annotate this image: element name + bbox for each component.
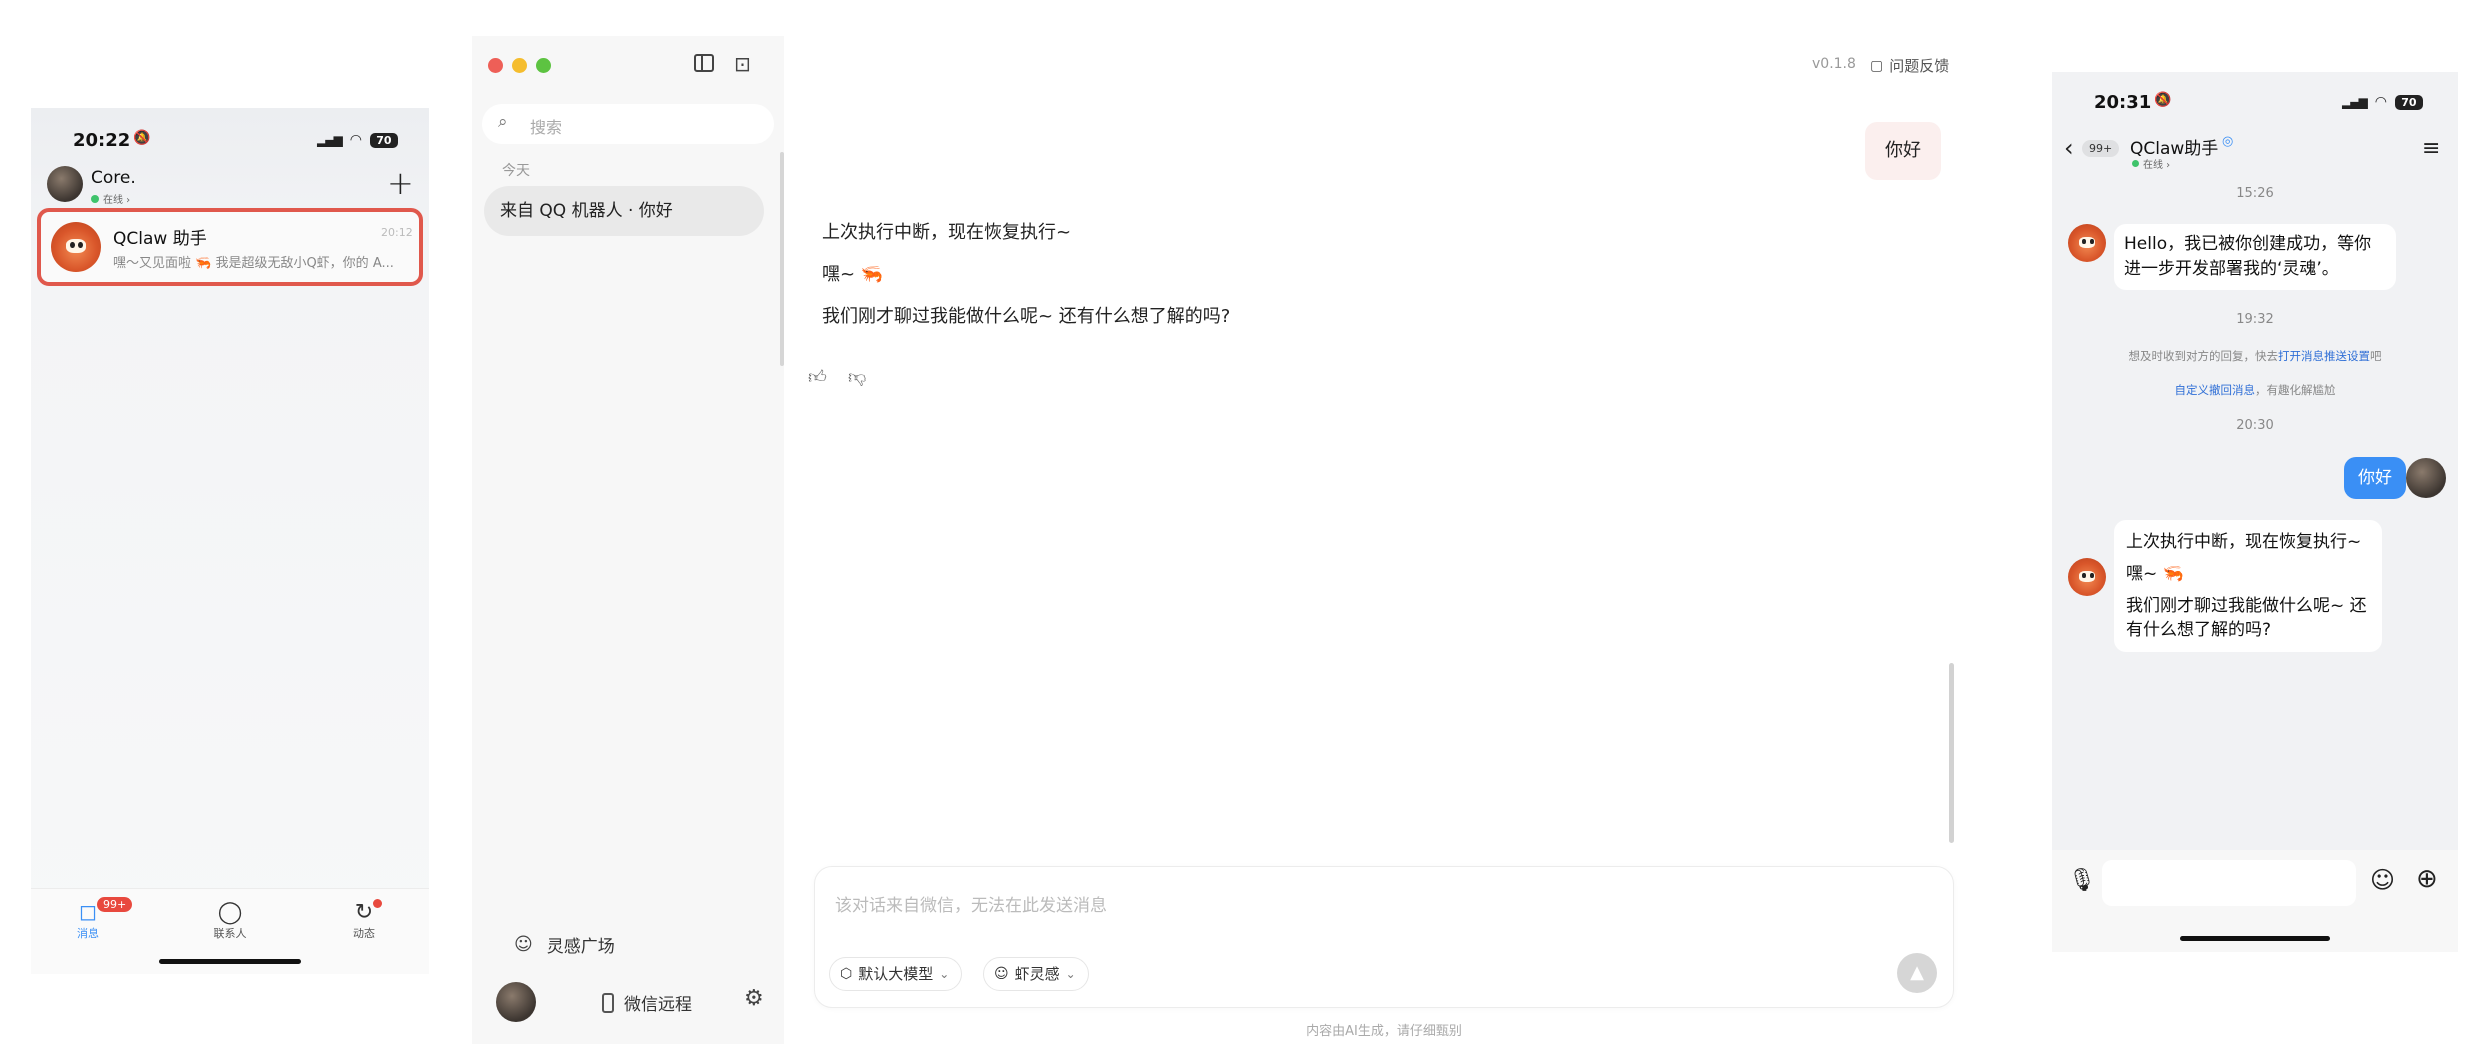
sidebar: ⊡ ⌕ 搜索 今天 来自 QQ 机器人 · 你好 ☺ 灵感广场 微信远程 ⚙	[472, 36, 784, 1044]
bottom-tab-bar: ◻ 消息 99+ ◯ 联系人 ↻ 动态	[31, 888, 429, 974]
tab-contacts[interactable]: ◯ 联系人	[195, 901, 265, 941]
person-icon: ◯	[217, 900, 243, 925]
recall-notice: 自定义撤回消息，有趣化解尴尬	[2174, 383, 2336, 397]
home-indicator	[2180, 936, 2330, 941]
chat-input-bar: 🎙︎ ☺ ⊕	[2052, 850, 2458, 952]
qclaw-avatar	[2068, 224, 2106, 262]
account-avatar[interactable]	[496, 982, 536, 1022]
model-selector[interactable]: ⬡ 默认大模型 ⌄	[829, 957, 963, 991]
mute-bell-icon: 🔕	[133, 130, 151, 146]
add-icon[interactable]: +	[387, 164, 414, 202]
feedback-button[interactable]: ▢ 问题反馈	[1870, 55, 1949, 76]
section-today-label: 今天	[502, 163, 530, 179]
home-indicator	[159, 959, 301, 964]
unread-badge: 99+	[97, 897, 133, 912]
incoming-message-bubble: 上次执行中断，现在恢复执行~ 嘿~ 🦐 我们刚才聊过我能做什么呢~ 还有什么想了…	[2114, 520, 2382, 652]
assistant-line-3: 我们刚才聊过我能做什么呢~ 还有什么想了解的吗?	[822, 306, 1231, 327]
custom-recall-link[interactable]: 自定义撤回消息	[2175, 383, 2256, 397]
thumbs-up-icon[interactable]: 👍︎	[808, 366, 827, 388]
chat-header: 20:31 🔕 ▂▄▆ ◠ 70 ‹ 99+ QClaw助手 ◎ 在线 › ≡	[2052, 72, 2458, 172]
minimize-window-button[interactable]	[512, 58, 527, 73]
chat-time: 20:12	[381, 226, 413, 239]
toggle-sidebar-icon[interactable]	[694, 54, 714, 72]
battery-indicator: 70	[2394, 94, 2423, 110]
online-dot-icon	[2132, 160, 2139, 167]
signal-icon: ▂▄▆	[317, 133, 343, 147]
assistant-line-2: 嘿~ 🦐	[822, 264, 884, 285]
back-chevron-icon[interactable]: ‹	[2064, 134, 2074, 162]
message-input[interactable]	[2102, 860, 2356, 906]
timestamp: 19:32	[2236, 312, 2274, 327]
maximize-window-button[interactable]	[536, 58, 551, 73]
mute-bell-icon: 🔕	[2154, 92, 2172, 108]
assistant-line-1: 上次执行中断，现在恢复执行~	[822, 222, 1072, 243]
tab-moments[interactable]: ↻ 动态	[329, 899, 399, 941]
main-scrollbar[interactable]	[1949, 663, 1954, 843]
smile-icon: ☺	[514, 934, 533, 955]
chat-preview: 嘿～又见面啦 🦐 我是超级无敌小Q虾，你的 A...	[113, 256, 394, 271]
version-label: v0.1.8	[1812, 56, 1856, 72]
notification-dot-icon	[373, 899, 382, 908]
status-time: 20:22	[73, 130, 131, 151]
send-arrow-icon: ▲	[1910, 962, 1924, 983]
tab-messages[interactable]: ◻ 消息 99+	[53, 897, 133, 941]
thumbs-down-icon[interactable]: 👎︎	[848, 366, 866, 388]
timestamp: 15:26	[2236, 186, 2274, 201]
signal-icon: ▂▄▆	[2342, 95, 2368, 109]
status-icons: ▂▄▆ ◠ 70	[2342, 94, 2423, 110]
right-phone-screen: 20:31 🔕 ▂▄▆ ◠ 70 ‹ 99+ QClaw助手 ◎ 在线 › ≡ …	[2052, 72, 2458, 952]
session-item[interactable]: 来自 QQ 机器人 · 你好	[484, 186, 764, 236]
new-chat-icon[interactable]: ⊡	[734, 52, 751, 76]
search-icon: ⌕	[498, 112, 508, 132]
robot-badge-icon: ◎	[2222, 134, 2234, 149]
push-setting-notice: 想及时收到对方的回复，快去打开消息推送设置吧	[2128, 349, 2382, 363]
refresh-icon: ↻	[354, 900, 374, 925]
chevron-down-icon: ⌄	[1065, 967, 1076, 981]
search-input[interactable]: ⌕ 搜索	[482, 104, 774, 144]
ai-disclaimer: 内容由AI生成，请仔细甄别	[1306, 1024, 1462, 1039]
timestamp: 20:30	[2236, 418, 2274, 433]
status-icons: ▂▄▆ ◠ 70	[317, 132, 398, 148]
user-avatar[interactable]	[47, 166, 83, 202]
chat-online-status: 在线 ›	[2132, 156, 2170, 171]
microphone-icon[interactable]: 🎙︎	[2068, 868, 2096, 893]
desktop-app-window: ⊡ ⌕ 搜索 今天 来自 QQ 机器人 · 你好 ☺ 灵感广场 微信远程 ⚙ v…	[472, 36, 1984, 1044]
wifi-icon: ◠	[2374, 94, 2387, 110]
push-settings-link[interactable]: 打开消息推送设置	[2278, 349, 2370, 363]
menu-icon[interactable]: ≡	[2422, 136, 2440, 161]
inspiration-plaza-button[interactable]: ☺ 灵感广场	[514, 932, 615, 957]
chat-main-panel: v0.1.8 ▢ 问题反馈 你好 上次执行中断，现在恢复执行~ 嘿~ 🦐 我们刚…	[784, 36, 1984, 1044]
self-avatar	[2406, 458, 2446, 498]
status-time: 20:31	[2094, 92, 2152, 113]
profile-name: Core.	[91, 168, 136, 188]
back-unread-badge[interactable]: 99+	[2082, 140, 2120, 157]
wifi-icon: ◠	[349, 132, 362, 148]
chat-list-item-qclaw[interactable]: QClaw 助手 20:12 嘿～又见面啦 🦐 我是超级无敌小Q虾，你的 A..…	[37, 208, 423, 286]
search-placeholder: 搜索	[530, 118, 563, 137]
qclaw-avatar	[2068, 558, 2106, 596]
feedback-icon: ▢	[1870, 57, 1884, 74]
smile-icon: ☺	[994, 966, 1009, 982]
close-window-button[interactable]	[488, 58, 503, 73]
user-message-bubble: 你好	[1865, 122, 1941, 180]
emoji-icon[interactable]: ☺	[2370, 866, 2395, 894]
online-dot-icon	[91, 194, 99, 203]
message-input-box[interactable]: 该对话来自微信，无法在此发送消息 ⬡ 默认大模型 ⌄ ☺ 虾灵感 ⌄ ▲	[814, 866, 1954, 1008]
wechat-remote-button[interactable]: 微信远程	[602, 990, 692, 1015]
phone-icon	[602, 992, 614, 1013]
input-placeholder: 该对话来自微信，无法在此发送消息	[835, 896, 1107, 916]
chat-title: QClaw 助手	[113, 229, 207, 249]
battery-indicator: 70	[369, 132, 398, 148]
left-phone-screen: 20:22 🔕 ▂▄▆ ◠ 70 Core. 在线 › + QClaw 助手 2…	[31, 108, 429, 974]
chevron-down-icon: ⌄	[939, 967, 950, 981]
plus-circle-icon[interactable]: ⊕	[2416, 864, 2438, 894]
profile-status[interactable]: 在线 ›	[91, 191, 130, 206]
send-button[interactable]: ▲	[1897, 953, 1937, 993]
outgoing-message-bubble: 你好	[2344, 457, 2406, 499]
inspiration-selector[interactable]: ☺ 虾灵感 ⌄	[983, 957, 1089, 991]
qclaw-avatar	[51, 222, 101, 272]
incoming-message-bubble: Hello，我已被你创建成功，等你进一步开发部署我的‘灵魂’。	[2114, 224, 2396, 290]
cube-icon: ⬡	[840, 966, 853, 982]
settings-gear-icon[interactable]: ⚙	[744, 986, 764, 1011]
